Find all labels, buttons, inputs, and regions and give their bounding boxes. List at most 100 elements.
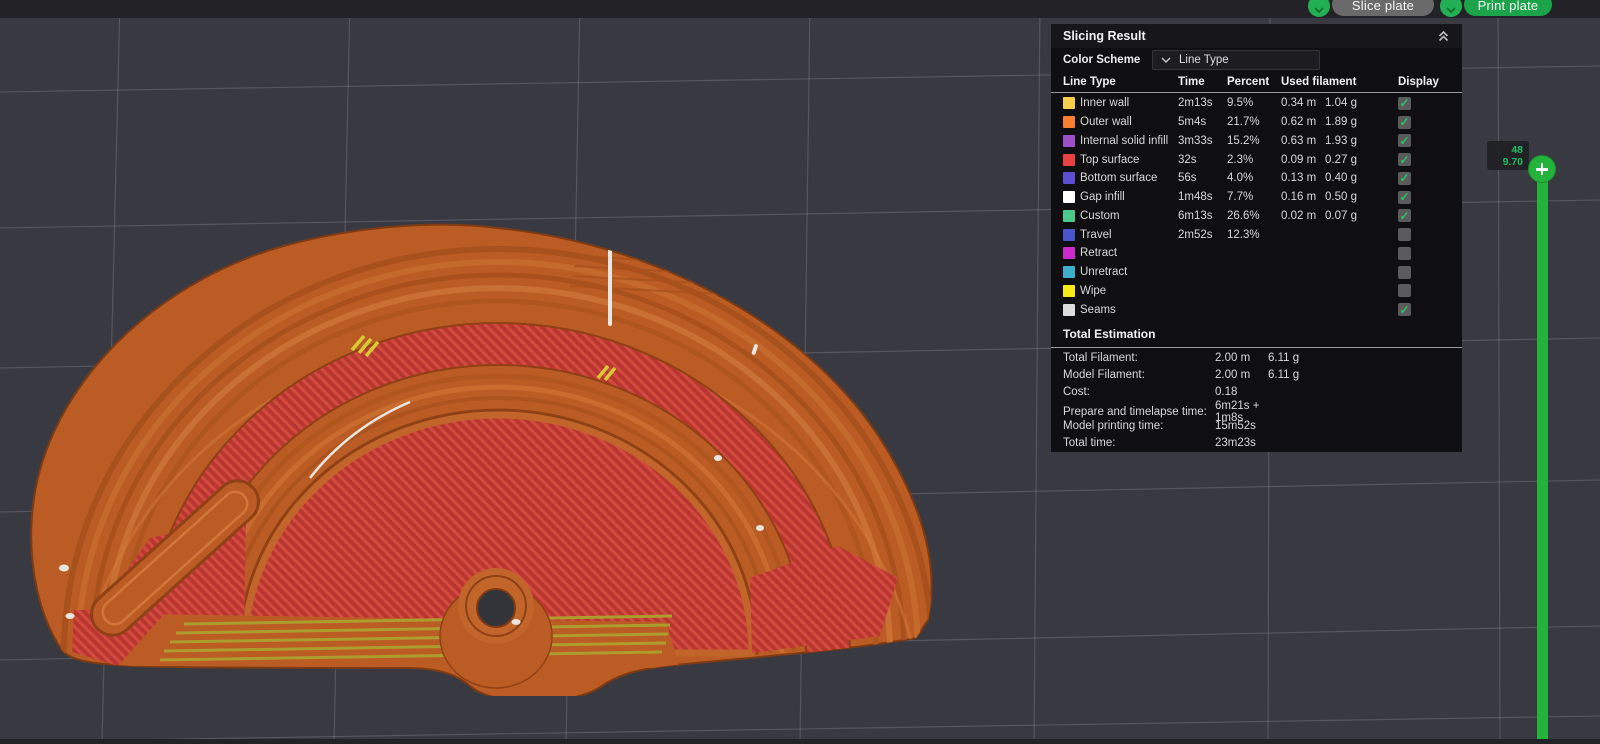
check-icon: ✓ xyxy=(1399,173,1409,183)
time-value: 32s xyxy=(1178,154,1227,166)
sliced-model-preview xyxy=(18,216,968,696)
total-row-value-1: 2.00 m xyxy=(1215,369,1268,381)
time-value: 3m33s xyxy=(1178,135,1227,147)
display-cell: ✓ xyxy=(1398,303,1462,316)
display-cell: ✓ xyxy=(1398,191,1462,204)
used-filament-g: 1.89 g xyxy=(1325,116,1398,128)
line-type-label: Inner wall xyxy=(1080,97,1178,109)
check-icon: ✓ xyxy=(1399,211,1409,221)
color-scheme-value: Line Type xyxy=(1179,54,1229,66)
display-cell: ✓ xyxy=(1398,209,1462,222)
col-line-type: Line Type xyxy=(1063,76,1178,88)
display-checkbox[interactable] xyxy=(1398,266,1411,279)
display-checkbox[interactable]: ✓ xyxy=(1398,97,1411,110)
total-estimation-row: Model Filament:2.00 m6.11 g xyxy=(1051,366,1462,383)
total-row-label: Prepare and timelapse time: xyxy=(1063,406,1215,418)
display-checkbox[interactable]: ✓ xyxy=(1398,191,1411,204)
line-type-row: Retract xyxy=(1051,244,1462,263)
total-row-label: Total time: xyxy=(1063,437,1215,449)
layer-slider-track[interactable] xyxy=(1537,168,1548,744)
color-scheme-label: Color Scheme xyxy=(1063,54,1152,66)
line-type-color-swatch xyxy=(1063,210,1075,222)
used-filament-m: 0.34 m xyxy=(1281,97,1325,109)
line-type-color-swatch xyxy=(1063,116,1075,128)
total-estimation-row: Total Filament:2.00 m6.11 g xyxy=(1051,349,1462,366)
print-plate-button[interactable]: Print plate xyxy=(1464,0,1552,16)
line-type-color-swatch xyxy=(1063,191,1075,203)
line-type-label: Internal solid infill xyxy=(1080,135,1178,147)
layer-height-indicator: 48 9.70 xyxy=(1487,141,1529,170)
percent-value: 7.7% xyxy=(1227,191,1281,203)
used-filament-g: 0.40 g xyxy=(1325,172,1398,184)
display-checkbox[interactable]: ✓ xyxy=(1398,134,1411,147)
layer-slider-handle[interactable] xyxy=(1528,155,1556,183)
line-type-label: Retract xyxy=(1080,247,1178,259)
used-filament-g: 0.27 g xyxy=(1325,154,1398,166)
total-row-value-1: 15m52s xyxy=(1215,420,1268,432)
panel-titlebar: Slicing Result xyxy=(1051,24,1462,48)
line-type-color-swatch xyxy=(1063,135,1075,147)
total-estimation-body: Total Filament:2.00 m6.11 gModel Filamen… xyxy=(1051,349,1462,451)
total-estimation-title: Total Estimation xyxy=(1051,319,1462,347)
line-type-color-swatch xyxy=(1063,247,1075,259)
display-checkbox[interactable]: ✓ xyxy=(1398,116,1411,129)
col-percent: Percent xyxy=(1227,76,1281,88)
time-value: 5m4s xyxy=(1178,116,1227,128)
collapse-panel-button[interactable] xyxy=(1437,30,1450,42)
col-time: Time xyxy=(1178,76,1227,88)
header-divider xyxy=(1051,92,1462,93)
line-type-label: Travel xyxy=(1080,229,1178,241)
display-checkbox[interactable]: ✓ xyxy=(1398,153,1411,166)
line-type-row: Outer wall5m4s21.7%0.62 m1.89 g✓ xyxy=(1051,113,1462,132)
check-icon: ✓ xyxy=(1399,117,1409,127)
used-filament-g: 0.50 g xyxy=(1325,191,1398,203)
line-type-row: Gap infill1m48s7.7%0.16 m0.50 g✓ xyxy=(1051,188,1462,207)
line-type-row: Inner wall2m13s9.5%0.34 m1.04 g✓ xyxy=(1051,94,1462,113)
chevron-down-icon xyxy=(1161,57,1171,63)
display-checkbox[interactable] xyxy=(1398,247,1411,260)
total-estimation-row: Model printing time:15m52s xyxy=(1051,417,1462,434)
display-checkbox[interactable]: ✓ xyxy=(1398,209,1411,222)
display-checkbox[interactable]: ✓ xyxy=(1398,303,1411,316)
percent-value: 2.3% xyxy=(1227,154,1281,166)
display-cell: ✓ xyxy=(1398,97,1462,110)
line-type-row: Custom6m13s26.6%0.02 m0.07 g✓ xyxy=(1051,207,1462,226)
line-type-row: Wipe xyxy=(1051,282,1462,301)
total-row-value-2: 6.11 g xyxy=(1268,369,1462,381)
col-display: Display xyxy=(1398,76,1462,88)
color-scheme-select[interactable]: Line Type xyxy=(1152,50,1320,70)
display-cell xyxy=(1398,247,1462,260)
total-row-label: Model Filament: xyxy=(1063,369,1215,381)
display-checkbox[interactable] xyxy=(1398,228,1411,241)
line-type-color-swatch xyxy=(1063,285,1075,297)
line-type-label: Unretract xyxy=(1080,266,1178,278)
display-checkbox[interactable] xyxy=(1398,284,1411,297)
time-value: 6m13s xyxy=(1178,210,1227,222)
used-filament-m: 0.02 m xyxy=(1281,210,1325,222)
used-filament-m: 0.16 m xyxy=(1281,191,1325,203)
bottom-bar xyxy=(0,739,1600,744)
line-type-row: Unretract xyxy=(1051,263,1462,282)
line-type-row: Bottom surface56s4.0%0.13 m0.40 g✓ xyxy=(1051,169,1462,188)
check-icon: ✓ xyxy=(1399,98,1409,108)
line-type-label: Top surface xyxy=(1080,154,1178,166)
total-row-value-1: 0.18 xyxy=(1215,386,1268,398)
layer-number: 48 xyxy=(1511,144,1523,156)
used-filament-m: 0.62 m xyxy=(1281,116,1325,128)
line-type-color-swatch xyxy=(1063,229,1075,241)
slicing-result-panel: Slicing Result Color Scheme Line Type Li… xyxy=(1051,24,1462,452)
line-type-table-body: Inner wall2m13s9.5%0.34 m1.04 g✓Outer wa… xyxy=(1051,94,1462,319)
display-checkbox[interactable]: ✓ xyxy=(1398,172,1411,185)
percent-value: 21.7% xyxy=(1227,116,1281,128)
check-icon: ✓ xyxy=(1399,155,1409,165)
total-row-label: Model printing time: xyxy=(1063,420,1215,432)
used-filament-m: 0.09 m xyxy=(1281,154,1325,166)
chevron-down-icon xyxy=(1446,7,1456,13)
total-row-value-1: 2.00 m xyxy=(1215,352,1268,364)
line-type-label: Outer wall xyxy=(1080,116,1178,128)
display-cell: ✓ xyxy=(1398,134,1462,147)
slice-plate-button[interactable]: Slice plate xyxy=(1332,0,1434,16)
line-type-label: Custom xyxy=(1080,210,1178,222)
display-cell xyxy=(1398,284,1462,297)
panel-title: Slicing Result xyxy=(1063,29,1437,43)
